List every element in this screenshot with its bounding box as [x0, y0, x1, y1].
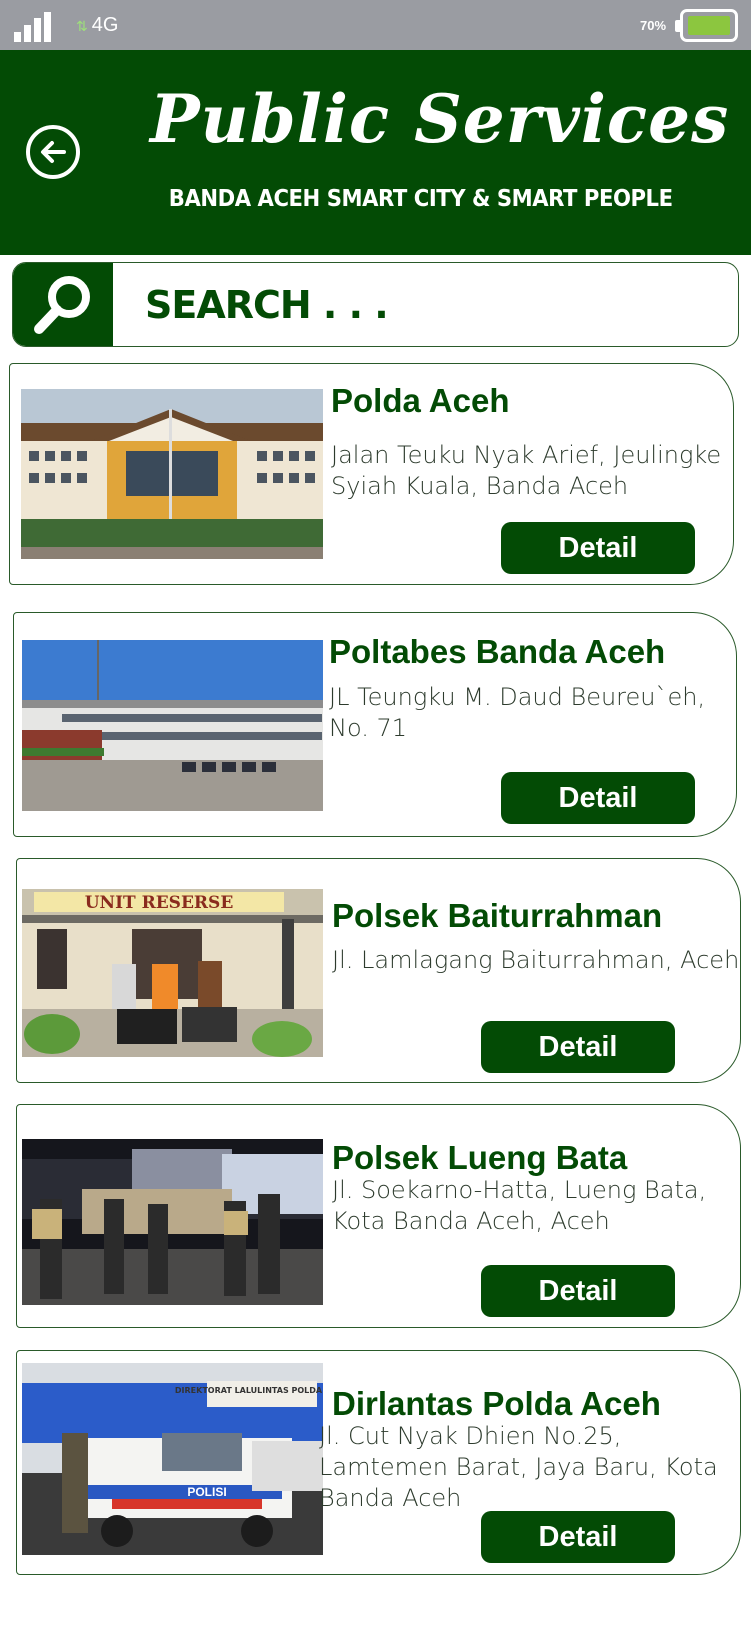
photo-caption: UNIT RESERSE — [85, 893, 234, 913]
detail-button[interactable]: Detail — [481, 1265, 675, 1317]
network-indicator: ⇅ 4G — [76, 14, 118, 37]
battery-percent: 70% — [640, 18, 667, 33]
battery-icon — [675, 9, 738, 42]
photo-caption: DIREKTORAT LALULINTAS POLDA ACEH — [175, 1386, 323, 1395]
detail-button[interactable]: Detail — [501, 772, 695, 824]
service-photo — [22, 640, 323, 811]
service-card-polsek-lueng-bata[interactable]: Polsek Lueng Bata Jl. Soekarno-Hatta, Lu… — [16, 1104, 741, 1328]
app-header: Public Services BANDA ACEH SMART CITY & … — [0, 50, 751, 255]
service-card-poltabes-banda-aceh[interactable]: Poltabes Banda Aceh JL Teungku M. Daud B… — [13, 612, 737, 837]
service-name: Polsek Lueng Bata — [332, 1139, 628, 1176]
service-card-polsek-baiturrahman[interactable]: UNIT RESERSE Polsek Baiturrahman Jl. Lam… — [16, 858, 741, 1083]
search-button[interactable] — [13, 263, 113, 346]
service-address: Jl. Lamlagang Baiturrahman, Aceh — [332, 946, 740, 974]
search-input[interactable] — [145, 277, 705, 333]
service-address: Jl. Soekarno-Hatta, Lueng Bata, Kota Ban… — [332, 1176, 707, 1235]
service-address: JL Teungku M. Daud Beureu`eh, No. 71 — [329, 683, 706, 742]
photo-caption: POLISI — [187, 1485, 226, 1499]
service-name: Polsek Baiturrahman — [332, 897, 663, 934]
service-address: Jl. Cut Nyak Dhien No.25, Lamtemen Barat… — [319, 1422, 718, 1512]
data-arrows-icon: ⇅ — [76, 18, 88, 34]
service-card-polda-aceh[interactable]: Polda Aceh Jalan Teuku Nyak Arief, Jeuli… — [9, 363, 734, 585]
service-name: Dirlantas Polda Aceh — [332, 1385, 661, 1422]
service-card-dirlantas-polda-aceh[interactable]: DIREKTORAT LALULINTAS POLDA ACEH POLISI … — [16, 1350, 741, 1575]
detail-button[interactable]: Detail — [501, 522, 695, 574]
service-name: Poltabes Banda Aceh — [329, 633, 666, 670]
detail-button[interactable]: Detail — [481, 1511, 675, 1563]
signal-icon — [14, 12, 54, 42]
status-bar: ⇅ 4G 70% — [0, 0, 751, 50]
arrow-left-icon — [41, 141, 66, 163]
service-address: Jalan Teuku Nyak Arief, Jeulingke Syiah … — [331, 441, 722, 500]
back-button[interactable] — [26, 125, 80, 179]
page-subtitle: BANDA ACEH SMART CITY & SMART PEOPLE — [168, 186, 673, 212]
service-photo: DIREKTORAT LALULINTAS POLDA ACEH POLISI — [22, 1363, 323, 1555]
service-photo: UNIT RESERSE — [22, 889, 323, 1057]
search-icon — [34, 276, 90, 334]
service-name: Polda Aceh — [331, 382, 510, 419]
detail-button[interactable]: Detail — [481, 1021, 675, 1073]
service-photo — [22, 1139, 323, 1305]
page-title: Public Services — [150, 80, 730, 158]
search-bar[interactable] — [12, 262, 739, 347]
service-photo — [21, 389, 323, 559]
network-type: 4G — [91, 14, 119, 36]
